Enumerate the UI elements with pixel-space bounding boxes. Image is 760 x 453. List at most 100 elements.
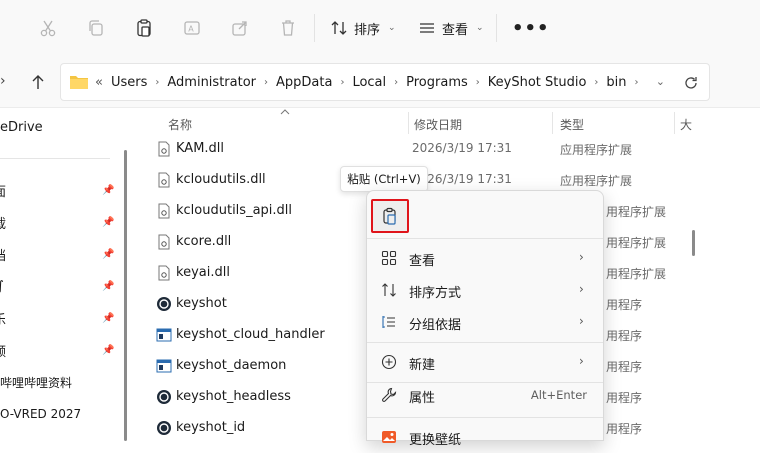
chevron-right-icon[interactable]: › (155, 77, 159, 88)
paste-icon[interactable] (134, 18, 154, 38)
refresh-icon[interactable] (683, 75, 699, 91)
menu-item-label: 分组依据 (409, 318, 462, 333)
more-options-button[interactable]: ••• (512, 18, 550, 39)
svg-text:A: A (188, 25, 194, 34)
column-divider[interactable] (408, 112, 409, 134)
file-name: keyshot_cloud_handler (176, 327, 325, 342)
chevron-right-icon: › (579, 250, 584, 264)
menu-item-change-wallpaper[interactable]: 更换壁纸 (367, 421, 603, 453)
breadcrumb-item[interactable]: Programs (406, 75, 468, 90)
breadcrumb-item[interactable]: Administrator (167, 75, 256, 90)
chevron-down-icon: ⌄ (476, 23, 484, 33)
file-row[interactable]: KAM.dll 2026/3/19 17:31 应用程序扩展 (130, 134, 690, 165)
column-header-date[interactable]: 修改日期 (414, 116, 462, 133)
folder-icon (70, 76, 88, 89)
keyshot-icon (157, 297, 171, 311)
command-bar: A 排序 ⌄ 查看 ⌄ ••• (0, 0, 760, 56)
file-name: keyshot (176, 296, 227, 311)
breadcrumb-overflow[interactable]: « (95, 75, 103, 90)
keyshot-icon (157, 390, 171, 404)
delete-icon[interactable] (278, 18, 298, 38)
sort-label: 排序 (354, 22, 381, 38)
dll-icon (158, 203, 170, 219)
file-date: 2026/3/19 17:31 (412, 141, 512, 155)
view-button[interactable]: 查看 ⌄ (418, 16, 484, 40)
sort-button[interactable]: 排序 ⌄ (330, 16, 396, 40)
chevron-right-icon[interactable]: › (635, 77, 639, 88)
copy-icon[interactable] (86, 18, 106, 38)
chevron-right-icon: › (579, 282, 584, 296)
share-icon[interactable] (230, 18, 250, 38)
nav-divider (0, 158, 110, 159)
nav-item-documents[interactable]: 档 📌 (0, 239, 114, 269)
chevron-down-icon: ⌄ (388, 23, 396, 33)
file-type: 用程序 (606, 360, 643, 374)
address-dropdown-icon[interactable]: ⌄ (656, 75, 665, 88)
menu-item-view[interactable]: 查看 › (367, 242, 603, 274)
nav-item-bilibili-folder[interactable]: 哔哩哔哩资料 (0, 367, 118, 397)
breadcrumb-item[interactable]: KeyShot Studio (488, 75, 587, 90)
column-header-name[interactable]: 名称 (168, 116, 192, 133)
file-type: 用程序扩展 (606, 236, 667, 250)
menu-item-group-by[interactable]: 分组依据 › (367, 306, 603, 338)
breadcrumb-item[interactable]: AppData (276, 75, 332, 90)
pin-icon: 📌 (102, 344, 115, 356)
file-name: kcore.dll (176, 234, 232, 249)
menu-item-label: 新建 (409, 358, 436, 373)
menu-item-new[interactable]: 新建 › (367, 346, 603, 378)
pin-icon: 📌 (102, 312, 115, 324)
pin-icon: 📌 (102, 280, 115, 292)
address-bar[interactable]: « Users › Administrator › AppData › Loca… (60, 63, 710, 101)
nav-item-music[interactable]: 乐 📌 (0, 303, 115, 333)
dll-icon (158, 172, 170, 188)
file-name: keyai.dll (176, 265, 230, 280)
paste-button[interactable] (371, 199, 409, 233)
navigation-pane: eDrive 面 📌 载 📌 档 📌 ∫ 📌 乐 📌 频 📌 哔哩哔哩资料 O-… (0, 108, 118, 441)
paste-tooltip: 粘贴 (Ctrl+V) (340, 166, 428, 192)
nav-scrollbar[interactable] (124, 150, 127, 441)
breadcrumb-item[interactable]: bin (606, 75, 626, 90)
menu-item-shortcut: Alt+Enter (530, 388, 587, 402)
nav-item-vred-folder[interactable]: O-VRED 2027 (0, 399, 118, 429)
file-list-scrollbar[interactable] (692, 230, 695, 256)
chevron-right-icon[interactable]: › (340, 77, 344, 88)
nav-label: 载 (0, 213, 6, 232)
nav-label: 频 (0, 341, 6, 360)
column-divider[interactable] (552, 112, 553, 134)
up-arrow-icon[interactable] (30, 73, 46, 91)
file-name: kcloudutils_api.dll (176, 203, 293, 218)
file-name: KAM.dll (176, 141, 225, 156)
menu-divider (367, 238, 603, 239)
nav-item-desktop[interactable]: 面 📌 (0, 175, 114, 205)
rename-icon[interactable]: A (182, 18, 202, 38)
wrench-icon (382, 387, 397, 402)
chevron-right-icon[interactable]: › (264, 77, 268, 88)
dll-icon (158, 265, 170, 281)
nav-item-onedrive[interactable]: eDrive (0, 112, 118, 142)
nav-label: eDrive (0, 119, 43, 135)
paste-icon (383, 207, 396, 225)
menu-item-sort-by[interactable]: 排序方式 › (367, 274, 603, 306)
file-name: keyshot_id (176, 420, 246, 435)
menu-item-label: 更换壁纸 (409, 433, 462, 448)
toolbar-divider (496, 14, 497, 42)
menu-item-properties[interactable]: 属性 Alt+Enter (367, 379, 603, 411)
nav-item-videos[interactable]: 频 📌 (0, 335, 115, 365)
nav-item-pictures[interactable]: ∫ 📌 (0, 271, 115, 301)
breadcrumb-item[interactable]: Local (352, 75, 386, 90)
file-name: keyshot_daemon (176, 358, 287, 373)
chevron-right-icon[interactable]: › (394, 77, 398, 88)
chevron-right-icon[interactable]: › (594, 77, 598, 88)
chevron-right-icon[interactable]: › (476, 77, 480, 88)
dll-icon (158, 141, 170, 157)
column-divider[interactable] (674, 112, 675, 134)
back-arrow-icon[interactable]: › (0, 73, 6, 89)
column-header-type[interactable]: 类型 (560, 116, 584, 133)
cut-icon[interactable] (38, 18, 58, 38)
view-list-icon (420, 23, 434, 33)
column-header-size[interactable]: 大 (680, 116, 692, 133)
nav-item-downloads[interactable]: 载 📌 (0, 207, 114, 237)
sort-icon (331, 21, 347, 35)
breadcrumb-item[interactable]: Users (111, 75, 147, 90)
address-row: › « Users › Administrator › AppData › Lo… (0, 56, 760, 108)
